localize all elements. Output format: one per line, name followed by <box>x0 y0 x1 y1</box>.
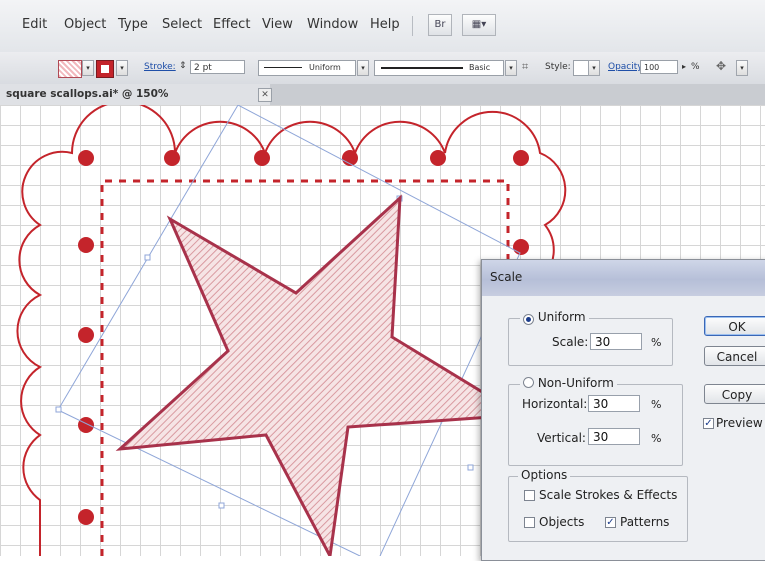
uniform-label: Uniform <box>537 310 586 324</box>
scale-percent: % <box>651 336 662 349</box>
fill-swatch[interactable] <box>58 60 82 78</box>
brush-dropdown[interactable]: ▾ <box>505 60 517 76</box>
star-shape <box>115 194 525 556</box>
vertical-percent: % <box>651 432 662 445</box>
ok-button[interactable]: OK <box>704 316 765 336</box>
scale-strokes-label: Scale Strokes & Effects <box>539 488 678 502</box>
non-uniform-radio[interactable] <box>523 377 534 388</box>
horizontal-field[interactable]: 30 <box>588 395 640 412</box>
opacity-arrow-icon[interactable]: ▸ <box>682 62 686 71</box>
menu-separator <box>412 16 413 36</box>
copy-button[interactable]: Copy <box>704 384 765 404</box>
patterns-label: Patterns <box>620 515 670 529</box>
opacity-field[interactable]: 100 <box>640 60 678 74</box>
stroke-weight-field[interactable]: 2 pt <box>190 60 245 74</box>
options-legend: Options <box>518 468 571 482</box>
menu-select[interactable]: Select <box>162 17 202 32</box>
menu-help[interactable]: Help <box>370 17 400 32</box>
scale-dialog: Scale Uniform Scale: 30 % Non-Uniform Ho… <box>481 259 765 561</box>
document-tab-bar: square scallops.ai* @ 150% (CMYK/Preview… <box>0 84 765 121</box>
objects-label: Objects <box>539 515 585 529</box>
scale-strokes-checkbox[interactable] <box>524 490 535 501</box>
stroke-dropdown[interactable]: ▾ <box>116 60 128 76</box>
non-uniform-legend[interactable]: Non-Uniform <box>520 376 617 390</box>
uniform-legend[interactable]: Uniform <box>520 310 589 325</box>
style-label: Style: <box>545 62 571 72</box>
horizontal-label: Horizontal: <box>522 397 588 411</box>
menu-bar: Edit Object Type Select Effect View Wind… <box>0 0 765 53</box>
horizontal-percent: % <box>651 398 662 411</box>
non-uniform-label: Non-Uniform <box>537 376 614 390</box>
menu-window[interactable]: Window <box>307 17 358 32</box>
scale-field[interactable]: 30 <box>590 333 642 350</box>
scale-label: Scale: <box>552 335 589 349</box>
close-icon[interactable]: ✕ <box>258 88 272 102</box>
control-bar: ▾ ▾ Stroke: ⇕ 2 pt Uniform ▾ Basic ▾ ⌗ S… <box>0 52 765 85</box>
vertical-label: Vertical: <box>537 431 586 445</box>
recolor-dropdown[interactable]: ▾ <box>736 60 748 76</box>
preview-label: Preview <box>716 416 763 430</box>
stroke-label[interactable]: Stroke: <box>144 62 176 72</box>
stroke-stepper-icon[interactable]: ⇕ <box>179 61 187 71</box>
cancel-button[interactable]: Cancel <box>704 346 765 366</box>
document-tab[interactable]: square scallops.ai* @ 150% (CMYK/Preview… <box>0 84 272 121</box>
objects-checkbox[interactable] <box>524 517 535 528</box>
brush-label: Basic <box>469 63 491 72</box>
recolor-artwork-icon[interactable]: ✥ <box>716 59 726 73</box>
options-group <box>508 476 688 542</box>
dialog-title: Scale <box>490 270 523 284</box>
menu-type[interactable]: Type <box>118 17 148 32</box>
uniform-radio[interactable] <box>523 314 534 325</box>
stroke-swatch[interactable] <box>96 60 114 78</box>
preview-checkbox[interactable]: ✓ <box>703 418 714 429</box>
profile-dropdown[interactable]: ▾ <box>357 60 369 76</box>
bridge-button[interactable]: Br <box>428 14 452 36</box>
variable-width-profile[interactable]: Uniform <box>258 60 356 76</box>
dialog-title-bar[interactable]: Scale <box>482 260 765 296</box>
fill-dropdown[interactable]: ▾ <box>82 60 94 76</box>
opacity-unit: % <box>691 62 700 72</box>
style-dropdown[interactable]: ▾ <box>588 60 600 76</box>
menu-effect[interactable]: Effect <box>213 17 250 32</box>
menu-edit[interactable]: Edit <box>22 17 47 32</box>
brush-definition[interactable]: Basic <box>374 60 504 76</box>
vertical-field[interactable]: 30 <box>588 428 640 445</box>
profile-label: Uniform <box>309 63 341 72</box>
arrange-documents-button[interactable]: ▦▾ <box>462 14 496 36</box>
graphic-style-swatch[interactable] <box>573 60 589 76</box>
menu-view[interactable]: View <box>262 17 293 32</box>
brush-options-icon[interactable]: ⌗ <box>522 60 528 74</box>
patterns-checkbox[interactable]: ✓ <box>605 517 616 528</box>
menu-object[interactable]: Object <box>64 17 106 32</box>
